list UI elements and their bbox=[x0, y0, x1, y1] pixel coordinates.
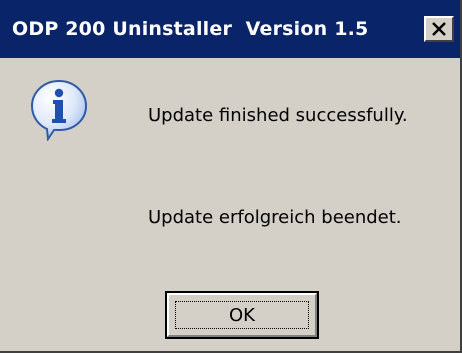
message-dialog: ODP 200 Uninstaller Version 1.5 Update f… bbox=[0, 0, 462, 353]
title-bar[interactable]: ODP 200 Uninstaller Version 1.5 bbox=[0, 0, 460, 58]
ok-button[interactable]: OK bbox=[165, 291, 319, 339]
message-german: Update erfolgreich beendet. bbox=[148, 207, 402, 228]
close-icon bbox=[432, 22, 446, 36]
message-english: Update finished successfully. bbox=[148, 105, 408, 126]
information-icon bbox=[30, 79, 88, 141]
close-button[interactable] bbox=[424, 16, 454, 42]
ok-button-bevel: OK bbox=[167, 293, 317, 337]
window-title: ODP 200 Uninstaller Version 1.5 bbox=[12, 18, 369, 40]
ok-button-label: OK bbox=[229, 305, 255, 326]
dialog-body: Update finished successfully. Update erf… bbox=[0, 58, 460, 351]
